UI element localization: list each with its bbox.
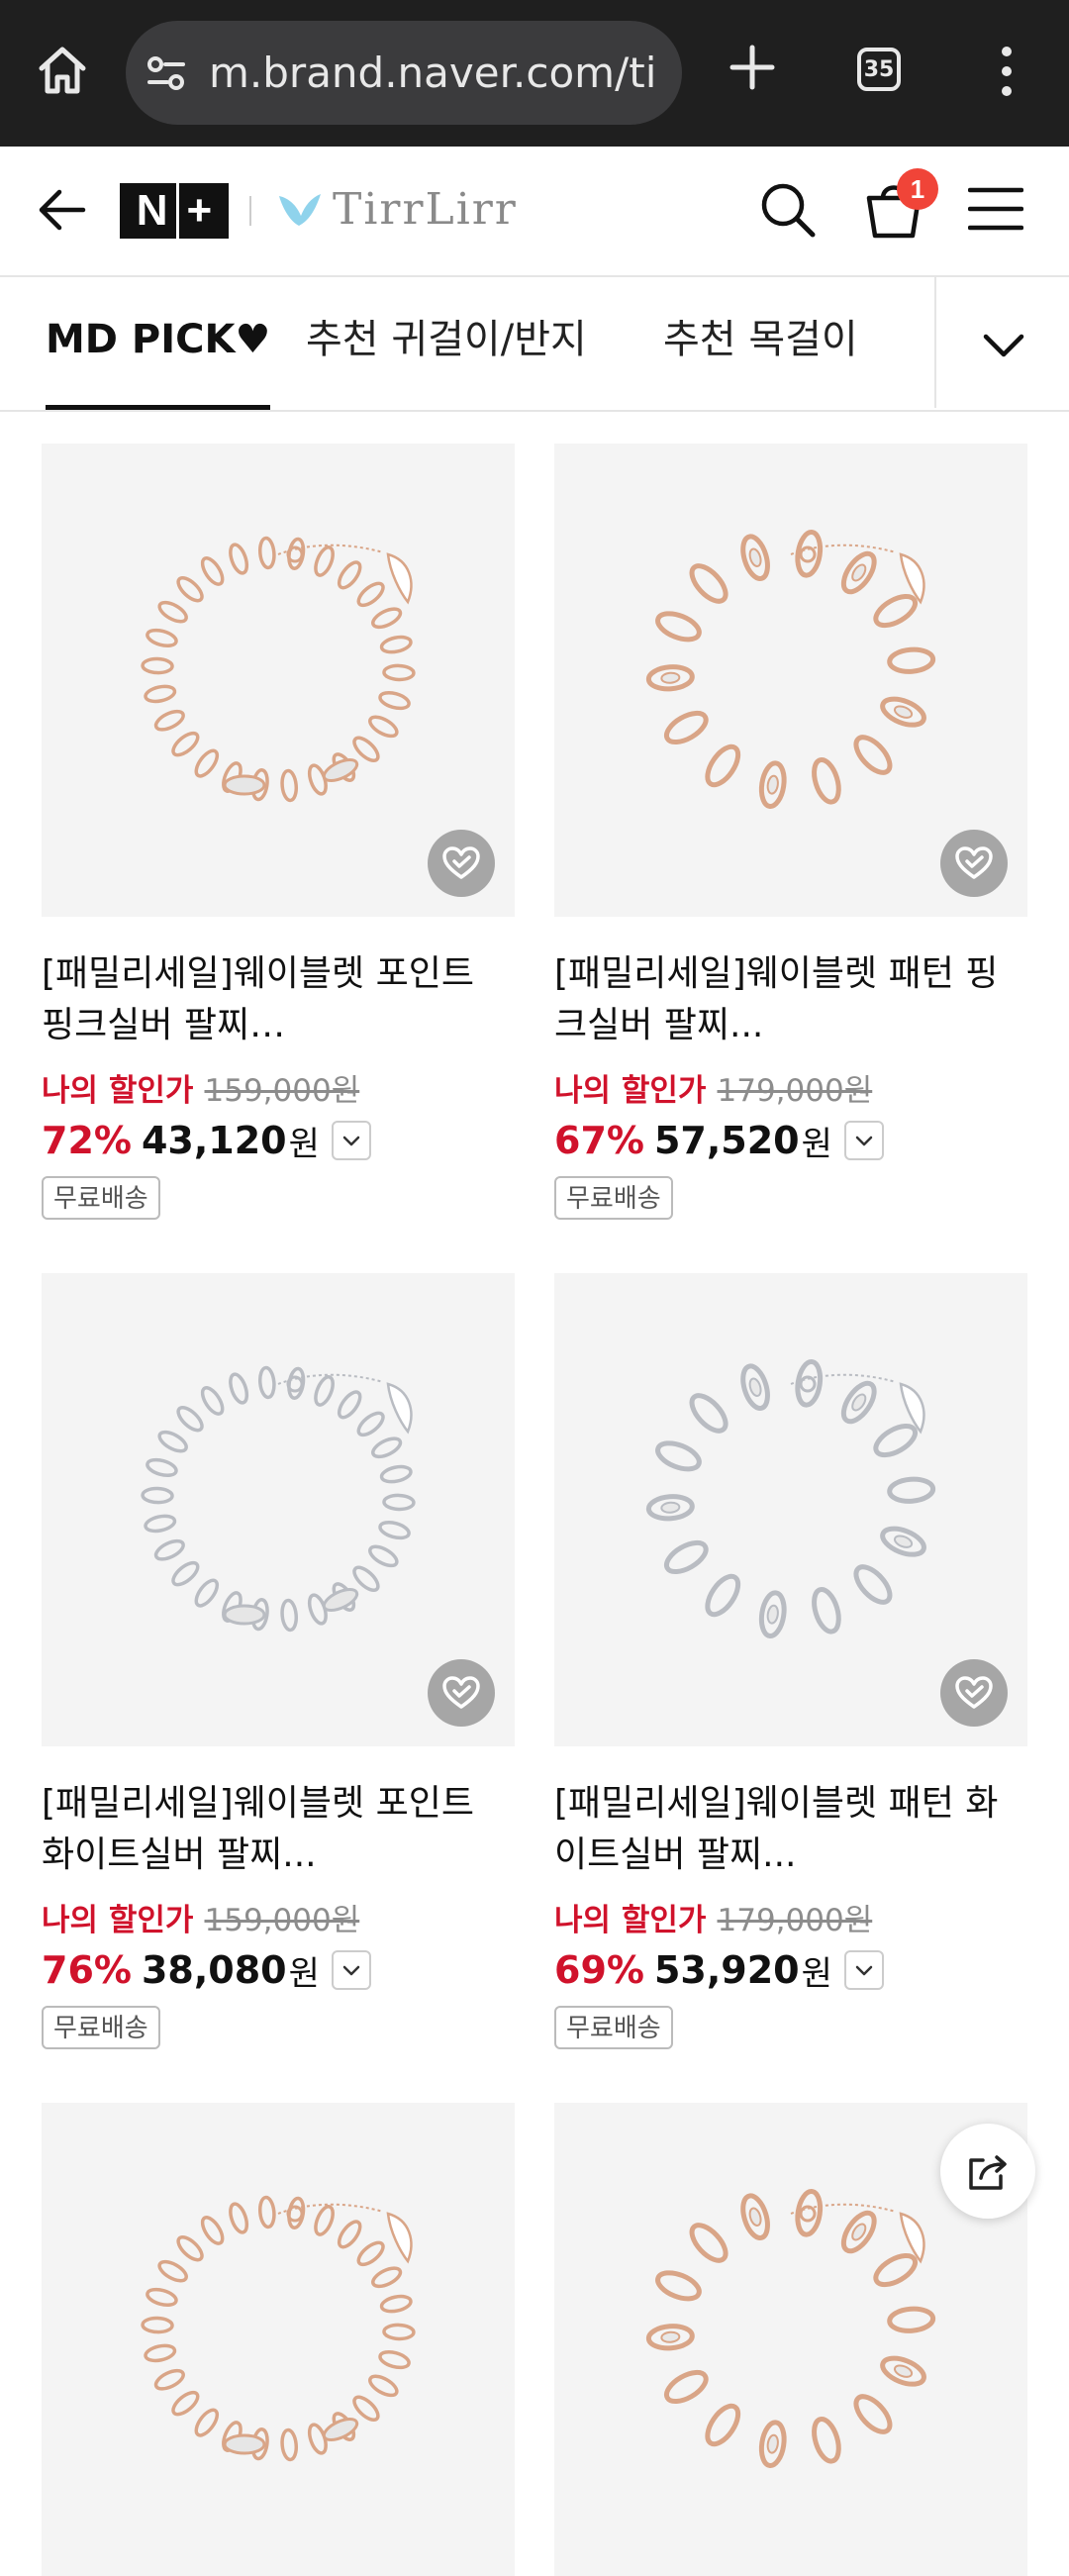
category-tab-bar: MD PICK♥ 추천 귀걸이/반지 추천 목걸이	[0, 277, 1069, 412]
sale-price: 43,120	[141, 1119, 287, 1162]
wishlist-button[interactable]	[428, 830, 495, 897]
search-icon[interactable]	[758, 180, 818, 240]
price-detail-button[interactable]	[331, 1950, 371, 1990]
product-title[interactable]: [패밀리세일]웨이블렛 포인트 핑크실버 팔찌 TBESVP0804...	[42, 948, 515, 1051]
sale-price: 57,520	[653, 1119, 800, 1162]
brand-name: TirrLirr	[333, 184, 518, 235]
chevron-down-icon	[855, 1136, 873, 1146]
naver-plus-logo[interactable]: N +	[120, 183, 229, 239]
share-button[interactable]	[940, 2124, 1035, 2219]
heart-icon	[955, 846, 993, 879]
brand-logo[interactable]: TirrLirr	[277, 182, 518, 238]
logo-plus: +	[186, 186, 213, 235]
sale-price-row: 69% 53,920 원	[554, 1942, 884, 1998]
currency-unit: 원	[288, 1124, 320, 1164]
my-price-label: 나의 할인가	[554, 1903, 707, 1938]
chevron-down-icon	[342, 1136, 360, 1146]
discount-rate: 76%	[42, 1948, 132, 1992]
logo-separator	[175, 183, 179, 239]
url-text[interactable]: m.brand.naver.com/ti	[209, 46, 662, 101]
my-price-label: 나의 할인가	[42, 1903, 194, 1938]
product-image[interactable]	[42, 444, 515, 917]
tab-switcher-button[interactable]: 35	[857, 48, 901, 91]
original-price: 159,000원	[204, 1073, 360, 1109]
product-title[interactable]: [패밀리세일]웨이블렛 패턴 화이트실버 팔찌...	[554, 1778, 1027, 1881]
sale-price-row: 76% 38,080 원	[42, 1942, 371, 1998]
tab-fade	[891, 277, 934, 406]
product-title[interactable]: [패밀리세일]웨이블렛 패턴 핑크실버 팔찌...	[554, 948, 1027, 1051]
my-price-row: 나의 할인가 159,000원	[42, 1895, 359, 1938]
wishlist-button[interactable]	[940, 830, 1008, 897]
address-bar[interactable]: m.brand.naver.com/ti	[126, 21, 682, 125]
original-price: 159,000원	[204, 1903, 360, 1938]
product-image[interactable]	[554, 1273, 1027, 1746]
wishlist-button[interactable]	[428, 1659, 495, 1727]
wishlist-button[interactable]	[940, 1659, 1008, 1727]
bird-icon	[279, 194, 321, 226]
home-icon[interactable]	[34, 42, 91, 99]
header-divider	[249, 196, 251, 226]
tab-recommended-necklaces[interactable]: 추천 목걸이	[663, 277, 858, 410]
logo-n: N	[136, 186, 168, 235]
free-shipping-badge: 무료배송	[554, 1176, 673, 1220]
product-image[interactable]	[554, 444, 1027, 917]
currency-unit: 원	[801, 1124, 832, 1164]
discount-rate: 69%	[554, 1948, 644, 1992]
free-shipping-badge: 무료배송	[554, 2006, 673, 2049]
my-price-label: 나의 할인가	[554, 1073, 707, 1109]
chevron-down-icon	[983, 334, 1024, 357]
sale-price-row: 67% 57,520 원	[554, 1113, 884, 1168]
bracelet-image	[141, 2195, 416, 2462]
my-price-row: 나의 할인가 159,000원	[42, 1065, 359, 1109]
discount-rate: 67%	[554, 1119, 644, 1162]
sale-price: 53,920	[653, 1948, 800, 1992]
heart-icon	[442, 846, 480, 879]
free-shipping-badge: 무료배송	[42, 2006, 160, 2049]
category-expand-button[interactable]	[934, 277, 1069, 408]
tab-recommended-earrings-rings[interactable]: 추천 귀걸이/반지	[306, 277, 587, 410]
chevron-down-icon	[342, 1965, 360, 1976]
price-detail-button[interactable]	[843, 1950, 884, 1990]
overflow-menu-icon[interactable]	[990, 44, 1023, 99]
tab-md-pick[interactable]: MD PICK♥	[46, 277, 271, 410]
price-detail-button[interactable]	[843, 1121, 884, 1160]
discount-rate: 72%	[42, 1119, 132, 1162]
my-price-label: 나의 할인가	[42, 1073, 194, 1109]
currency-unit: 원	[801, 1953, 832, 1994]
sale-price-row: 72% 43,120 원	[42, 1113, 371, 1168]
free-shipping-badge: 무료배송	[42, 1176, 160, 1220]
site-settings-icon[interactable]	[146, 52, 187, 94]
original-price: 179,000원	[717, 1073, 873, 1109]
my-price-row: 나의 할인가 179,000원	[554, 1065, 872, 1109]
share-icon	[969, 2155, 1007, 2190]
original-price: 179,000원	[717, 1903, 873, 1938]
product-image[interactable]	[42, 1273, 515, 1746]
site-header: N + TirrLirr 1	[0, 147, 1069, 277]
chevron-down-icon	[855, 1965, 873, 1976]
browser-toolbar: m.brand.naver.com/ti 35	[0, 0, 1069, 147]
my-price-row: 나의 할인가 179,000원	[554, 1895, 872, 1938]
menu-icon[interactable]	[968, 184, 1023, 234]
price-detail-button[interactable]	[331, 1121, 371, 1160]
currency-unit: 원	[288, 1953, 320, 1994]
heart-icon	[955, 1676, 993, 1709]
new-tab-icon[interactable]	[729, 44, 776, 91]
heart-icon	[442, 1676, 480, 1709]
sale-price: 38,080	[141, 1948, 287, 1992]
product-title[interactable]: [패밀리세일]웨이블렛 포인트 화이트실버 팔찌...	[42, 1778, 515, 1881]
cart-count-badge: 1	[897, 168, 938, 210]
back-arrow-icon[interactable]	[36, 184, 87, 236]
product-image[interactable]	[42, 2103, 515, 2576]
